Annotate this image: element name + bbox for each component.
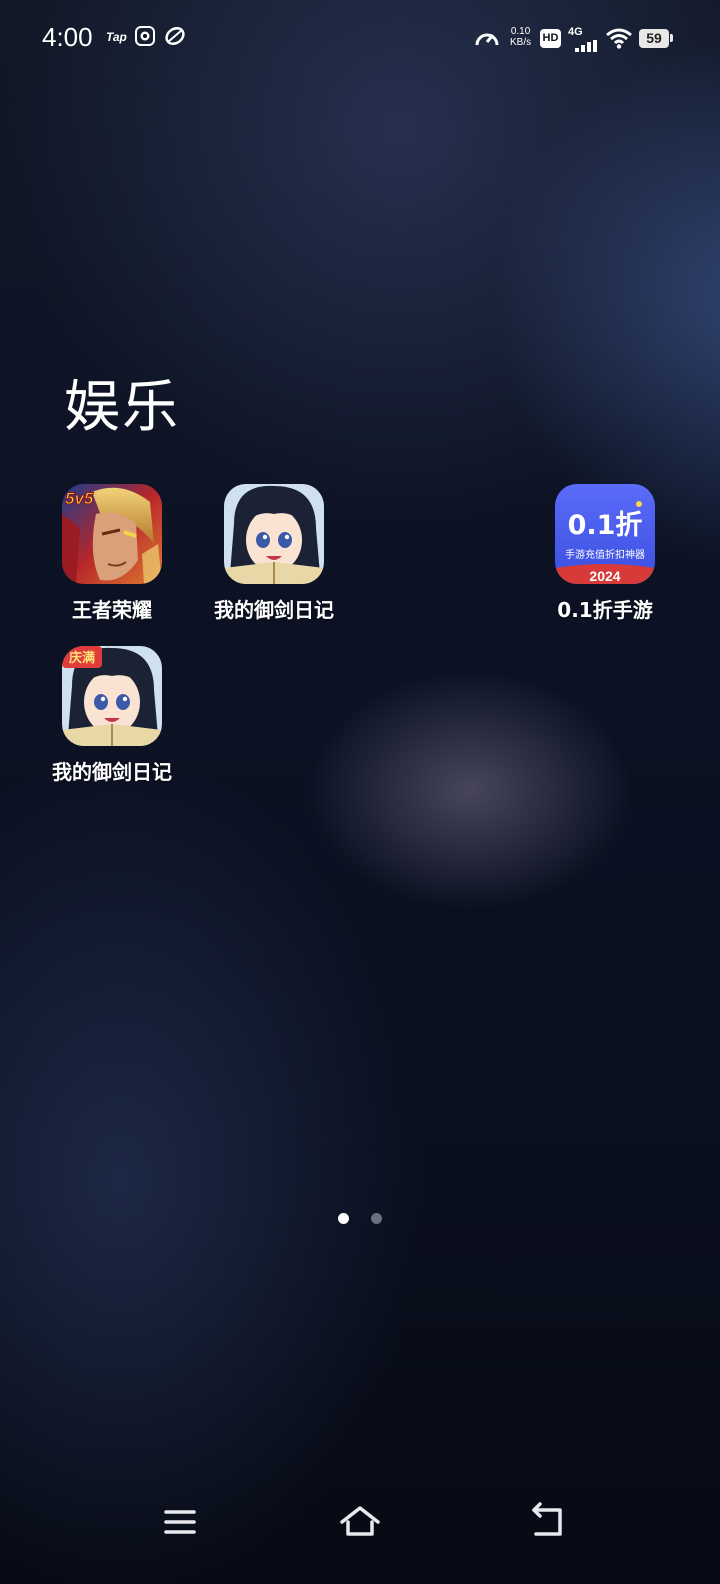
back-button[interactable]	[526, 1500, 570, 1544]
net-speed-value: 0.10	[510, 26, 531, 37]
wifi-icon	[606, 27, 632, 53]
honor-of-kings-icon: 5v5	[62, 484, 162, 584]
hd-badge: HD	[540, 29, 561, 48]
menu-button[interactable]	[158, 1500, 202, 1544]
app-honor-of-kings[interactable]: 5v5 王者荣耀	[42, 484, 182, 623]
net-speed-unit: KB/s	[510, 37, 532, 48]
tap-icon: Tap	[106, 30, 127, 44]
sword-diary-icon	[224, 484, 324, 584]
leaf-icon	[164, 26, 186, 50]
sword-diary-badge: 庆满	[68, 650, 95, 666]
app-sword-diary-alt[interactable]: 庆满 我的御剑日记	[42, 646, 182, 785]
discount-games-icon: 0.1折 手游充值折扣神器 2024	[555, 484, 655, 584]
app-label: 我的御剑日记	[52, 760, 172, 784]
status-bar: 4:00 Tap 0.10 KB/s HD 4G 59	[0, 0, 720, 78]
home-button[interactable]	[338, 1500, 382, 1544]
honor-badge: 5v5	[65, 489, 94, 508]
page-dot-inactive[interactable]	[371, 1213, 382, 1224]
back-icon	[532, 1502, 562, 1536]
battery-icon: 59	[639, 29, 669, 48]
home-icon	[340, 1506, 380, 1536]
status-time: 4:00	[42, 22, 93, 52]
speedometer-icon	[474, 27, 500, 53]
battery-tip	[670, 34, 673, 42]
page-dot-active[interactable]	[338, 1213, 349, 1224]
net-speed: 0.10 KB/s	[510, 26, 531, 48]
app-label: 0.1折手游	[557, 598, 653, 622]
app-sword-diary[interactable]: 我的御剑日记	[204, 484, 344, 623]
sword-diary-alt-icon: 庆满	[62, 646, 162, 746]
discount-icon-subtitle: 手游充值折扣神器	[565, 548, 645, 561]
signal-icon	[575, 37, 599, 56]
discount-icon-year: 2024	[589, 568, 620, 584]
folder-title[interactable]: 娱乐	[64, 362, 180, 443]
menu-icon	[164, 1510, 196, 1534]
discount-icon-title: 0.1折	[568, 510, 643, 541]
app-label: 王者荣耀	[72, 598, 152, 622]
app-label: 我的御剑日记	[214, 598, 334, 622]
cat-app-icon	[135, 26, 155, 50]
app-discount-games[interactable]: 0.1折 手游充值折扣神器 2024 0.1折手游	[535, 484, 675, 623]
